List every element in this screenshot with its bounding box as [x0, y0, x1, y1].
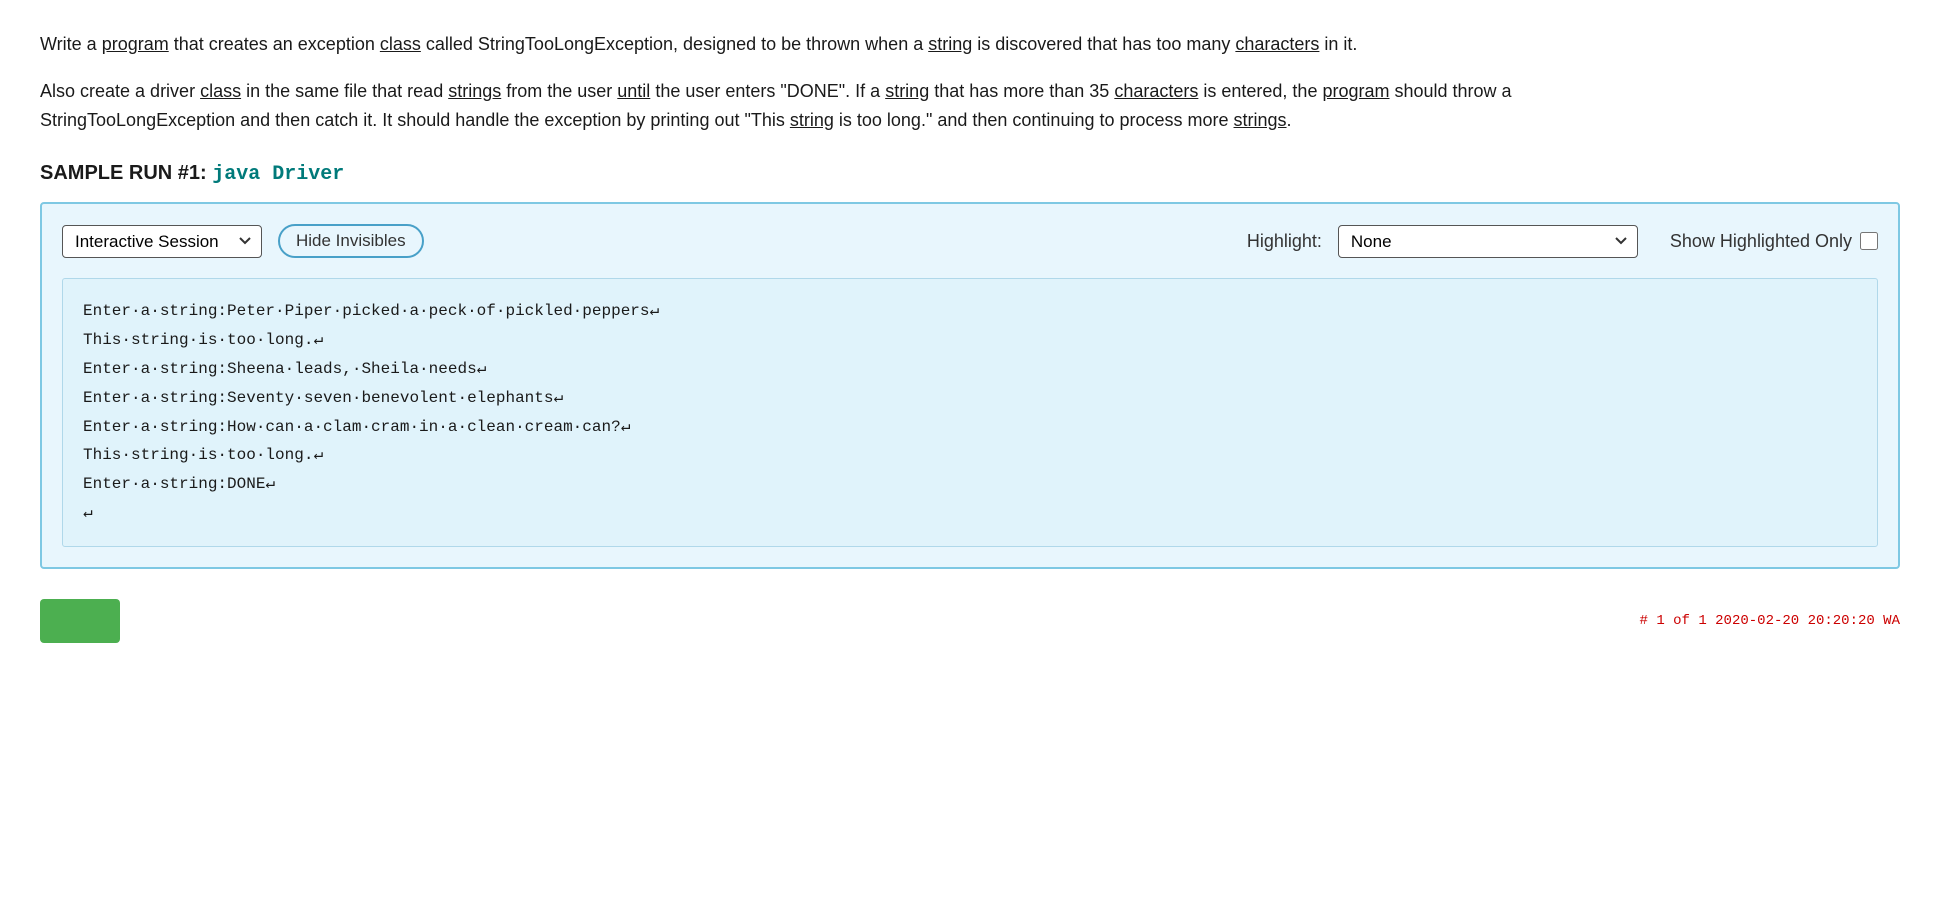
- session-type-select[interactable]: Interactive Session: [62, 225, 262, 258]
- description-paragraph1: Write a program that creates an exceptio…: [40, 30, 1640, 59]
- session-line: Enter·a·string:How·can·a·clam·cram·in·a·…: [83, 413, 1857, 442]
- highlight-label: Highlight:: [1247, 231, 1322, 252]
- program-underline: program: [102, 34, 169, 54]
- strings-underline-1: strings: [448, 81, 501, 101]
- class-underline-1: class: [380, 34, 421, 54]
- characters-underline-1: characters: [1235, 34, 1319, 54]
- show-highlighted-checkbox[interactable]: [1860, 232, 1878, 250]
- bottom-bar: # 1 of 1 2020-02-20 20:20:20 WA: [40, 599, 1900, 643]
- session-line: This·string·is·too·long.↵: [83, 326, 1857, 355]
- session-line: Enter·a·string:Sheena·leads,·Sheila·need…: [83, 355, 1857, 384]
- bottom-right-info: # 1 of 1 2020-02-20 20:20:20 WA: [1640, 613, 1900, 629]
- session-line: Enter·a·string:Peter·Piper·picked·a·peck…: [83, 297, 1857, 326]
- sample-run-code: java Driver: [212, 163, 344, 186]
- characters-underline-2: characters: [1114, 81, 1198, 101]
- session-content: Enter·a·string:Peter·Piper·picked·a·peck…: [62, 278, 1878, 546]
- session-container: Interactive Session Hide Invisibles High…: [40, 202, 1900, 568]
- highlight-select[interactable]: None: [1338, 225, 1638, 258]
- until-underline: until: [617, 81, 650, 101]
- string-underline-1: string: [928, 34, 972, 54]
- show-highlighted-label: Show Highlighted Only: [1670, 231, 1878, 252]
- string-underline-2: string: [885, 81, 929, 101]
- sample-run-label: SAMPLE RUN #1:: [40, 162, 212, 184]
- session-line: Enter·a·string:Seventy·seven·benevolent·…: [83, 384, 1857, 413]
- green-button[interactable]: [40, 599, 120, 643]
- description-paragraph2: Also create a driver class in the same f…: [40, 77, 1640, 135]
- session-line: Enter·a·string:DONE↵: [83, 470, 1857, 499]
- description-block: Write a program that creates an exceptio…: [40, 30, 1640, 134]
- program-underline-2: program: [1322, 81, 1389, 101]
- string-underline-3: string: [790, 110, 834, 130]
- session-line: ↵: [83, 499, 1857, 528]
- strings-underline-2: strings: [1234, 110, 1287, 130]
- hide-invisibles-button[interactable]: Hide Invisibles: [278, 224, 424, 258]
- session-line: This·string·is·too·long.↵: [83, 441, 1857, 470]
- class-underline-2: class: [200, 81, 241, 101]
- sample-run-title: SAMPLE RUN #1: java Driver: [40, 162, 1900, 186]
- session-toolbar: Interactive Session Hide Invisibles High…: [62, 224, 1878, 258]
